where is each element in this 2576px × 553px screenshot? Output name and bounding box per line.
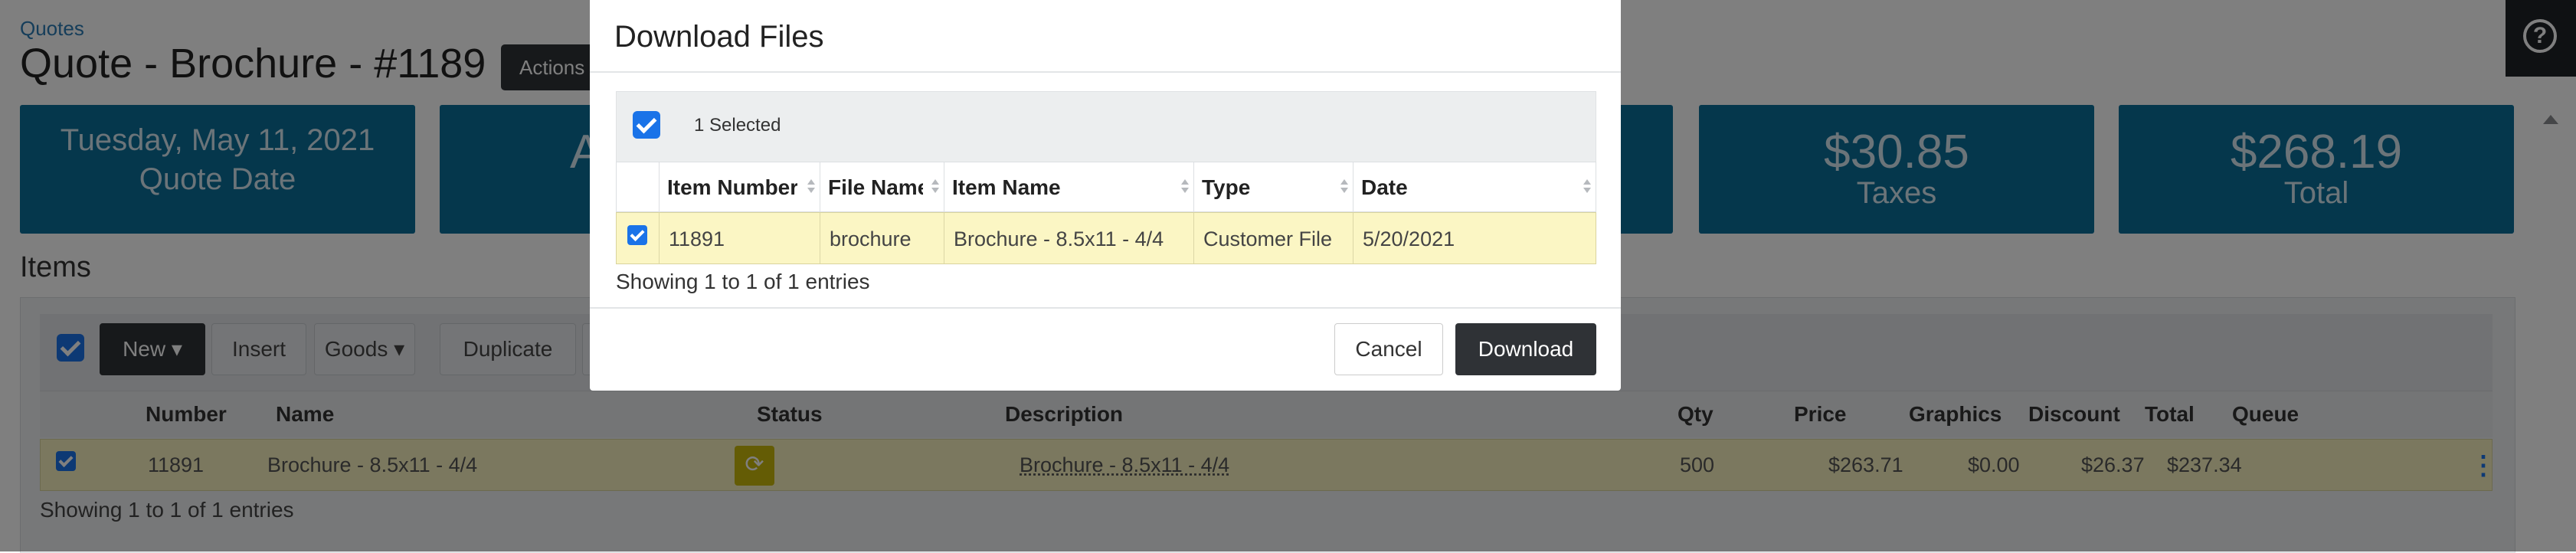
file-row[interactable]: 11891 brochure Brochure - 8.5x11 - 4/4 C… xyxy=(616,212,1596,264)
divider xyxy=(590,71,1621,73)
date-text: 5/20/2021 xyxy=(1363,227,1455,250)
col-item-name[interactable]: Item Name xyxy=(944,162,1194,211)
col-date-label: Date xyxy=(1361,175,1408,199)
col-item-name-label: Item Name xyxy=(952,175,1061,199)
col-file-name[interactable]: File Name xyxy=(820,162,944,211)
cancel-button[interactable]: Cancel xyxy=(1334,323,1443,375)
select-all-files-checkbox[interactable] xyxy=(633,111,660,139)
cell-date: 5/20/2021 xyxy=(1353,213,1596,263)
download-button[interactable]: Download xyxy=(1455,323,1596,375)
sort-icon xyxy=(1340,179,1348,195)
col-file-name-label: File Name xyxy=(828,175,923,199)
divider xyxy=(590,307,1621,309)
files-table-header: Item Number File Name Item Name Type Dat… xyxy=(616,162,1596,212)
sort-icon xyxy=(807,179,815,195)
type-text: Customer File xyxy=(1203,227,1333,250)
cell-item-number: 11891 xyxy=(660,213,820,263)
sort-icon xyxy=(1181,179,1189,195)
col-item-number-label: Item Number xyxy=(667,175,797,199)
col-date[interactable]: Date xyxy=(1353,162,1596,211)
item-name-text: Brochure - 8.5x11 - 4/4 xyxy=(954,227,1164,250)
item-number-text: 11891 xyxy=(669,227,725,250)
cell-type: Customer File xyxy=(1194,213,1353,263)
modal-title: Download Files xyxy=(614,20,824,54)
col-item-number[interactable]: Item Number xyxy=(660,162,820,211)
file-row-checkbox[interactable] xyxy=(627,225,647,245)
download-files-modal: Download Files 1 Selected Item Number Fi… xyxy=(590,0,1621,391)
file-row-select xyxy=(617,213,660,263)
sort-icon xyxy=(1583,179,1591,195)
sort-icon xyxy=(931,179,939,195)
col-type[interactable]: Type xyxy=(1194,162,1353,211)
cell-item-name: Brochure - 8.5x11 - 4/4 xyxy=(944,213,1194,263)
cell-file-name: brochure xyxy=(820,213,944,263)
col-select xyxy=(617,162,660,211)
col-type-label: Type xyxy=(1202,175,1251,199)
selected-count: 1 Selected xyxy=(694,115,781,136)
files-showing-text: Showing 1 to 1 of 1 entries xyxy=(616,270,870,293)
file-name-text: brochure xyxy=(830,227,912,250)
